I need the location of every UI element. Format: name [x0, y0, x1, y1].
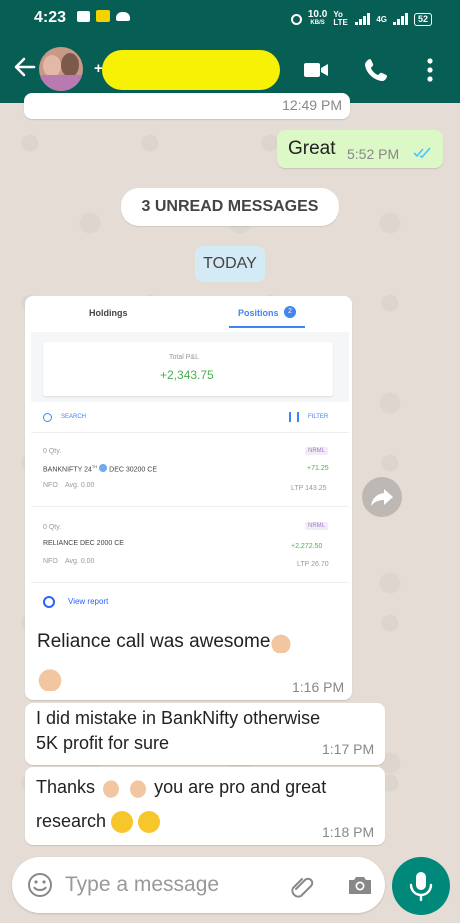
- contact-name-redacted[interactable]: [102, 50, 280, 90]
- message-text-line2: 5K profit for sure: [36, 733, 170, 753]
- message-list: 12:49 PM Great 5:52 PM 3 UNREAD MESSAGES…: [0, 93, 460, 853]
- battery-icon: 52: [413, 12, 432, 26]
- exchange-label: NFO: [43, 558, 58, 565]
- message-bubble-incoming[interactable]: I did mistake in BankNifty otherwise 5K …: [25, 703, 385, 765]
- volte-label: Yo LTE: [333, 10, 348, 27]
- avg-price: Avg. 0.00: [65, 482, 95, 489]
- product-badge: NRML: [305, 522, 329, 530]
- ltp-value: LTP 143.25: [291, 485, 327, 492]
- praying-hands-emoji-icon: [100, 777, 123, 800]
- camera-icon[interactable]: [346, 871, 374, 899]
- position-qty: 0 Qty.: [43, 448, 62, 455]
- more-options-icon[interactable]: [416, 56, 444, 84]
- position-pnl: +71.25: [307, 465, 329, 472]
- message-text: Great: [288, 138, 336, 159]
- tab-underline: [229, 326, 305, 328]
- status-bar: 4:23 10.0 KB/S Yo LTE 4G 52: [0, 0, 460, 36]
- tab-positions: Positions: [238, 308, 279, 318]
- position-pnl: +2,272.50: [291, 543, 323, 550]
- message-notification-icon: [96, 10, 110, 22]
- star-struck-emoji-icon: [138, 811, 161, 834]
- 4g-label: 4G: [376, 14, 387, 24]
- date-divider: TODAY: [195, 246, 265, 282]
- phone-screen: 4:23 10.0 KB/S Yo LTE 4G 52 + 12:49 PM G…: [0, 0, 460, 923]
- info-icon: [99, 464, 108, 473]
- attach-icon[interactable]: [288, 871, 316, 899]
- tab-holdings: Holdings: [89, 308, 128, 318]
- divider: [31, 432, 349, 433]
- message-text-line2: research: [36, 808, 161, 834]
- back-arrow-icon[interactable]: [12, 54, 38, 80]
- position-name: BANKNIFTY 24TH DEC 30200 CE: [43, 464, 157, 474]
- unread-messages-pill: 3 UNREAD MESSAGES: [121, 188, 339, 226]
- message-time: 5:52 PM: [347, 146, 400, 162]
- position-qty: 0 Qty.: [43, 524, 62, 531]
- total-pnl-card: Total P&L +2,343.75: [43, 342, 333, 396]
- pnl-section: Total P&L +2,343.75: [31, 332, 349, 402]
- message-text-line1: Thanks you are pro and great: [36, 774, 326, 800]
- message-time: 1:17 PM: [322, 741, 375, 757]
- rock-hand-emoji-icon: [37, 665, 63, 691]
- microphone-icon: [409, 872, 433, 902]
- rock-hand-emoji-icon: [270, 630, 293, 653]
- view-report-icon: [43, 596, 55, 608]
- praying-hands-emoji-icon: [127, 777, 150, 800]
- total-pnl-value: +2,343.75: [160, 368, 214, 382]
- message-time: 12:49 PM: [282, 97, 342, 113]
- emoji-icon[interactable]: [26, 871, 54, 899]
- ltp-value: LTP 26.70: [297, 561, 329, 568]
- forward-icon: [371, 489, 393, 506]
- notification-icons: [77, 10, 130, 22]
- signal2-icon: [392, 13, 408, 25]
- status-right: 10.0 KB/S Yo LTE 4G 52: [290, 9, 432, 28]
- video-call-icon[interactable]: [302, 56, 330, 84]
- search-icon: [43, 413, 52, 422]
- forward-button[interactable]: [362, 477, 402, 517]
- phone-call-icon[interactable]: [362, 56, 390, 84]
- divider: [31, 582, 349, 583]
- voice-message-button[interactable]: [392, 857, 450, 915]
- filter-icon: [289, 412, 299, 422]
- positions-tabs: Holdings Positions 2: [31, 300, 349, 333]
- gallery-notification-icon: [77, 10, 90, 22]
- cloud-icon: [116, 11, 130, 21]
- positions-count-badge: 2: [284, 306, 296, 318]
- message-bubble-outgoing[interactable]: Great 5:52 PM: [277, 130, 443, 168]
- total-pnl-label: Total P&L: [169, 354, 199, 361]
- filter-label: FILTER: [308, 414, 329, 420]
- message-text-line1: I did mistake in BankNifty otherwise: [36, 708, 321, 728]
- network-speed: 10.0 KB/S: [307, 9, 328, 27]
- avg-price: Avg. 0.00: [65, 558, 95, 565]
- message-input[interactable]: Type a message: [65, 873, 219, 897]
- product-badge: NRML: [305, 447, 329, 455]
- message-time: 1:18 PM: [322, 824, 375, 840]
- star-struck-emoji-icon: [111, 811, 134, 834]
- read-receipt-icon: [413, 147, 431, 158]
- divider: [31, 506, 349, 507]
- message-bubble-incoming[interactable]: Thanks you are pro and great research 1:…: [25, 767, 385, 845]
- view-report-link: View report: [68, 597, 109, 606]
- signal-icon: [355, 13, 371, 25]
- positions-screenshot-image[interactable]: Holdings Positions 2 Total P&L +2,343.75…: [31, 300, 349, 618]
- message-time: 1:16 PM: [292, 679, 345, 695]
- position-name: RELIANCE DEC 2000 CE: [43, 540, 124, 547]
- message-input-bar: Type a message: [12, 857, 385, 913]
- message-text: Reliance call was awesome: [37, 629, 293, 655]
- status-time: 4:23: [34, 9, 67, 26]
- message-bubble-previous[interactable]: 12:49 PM: [24, 93, 350, 119]
- avatar[interactable]: [39, 47, 83, 91]
- search-label: SEARCH: [61, 414, 87, 420]
- exchange-label: NFO: [43, 482, 58, 489]
- alarm-icon: [290, 13, 302, 25]
